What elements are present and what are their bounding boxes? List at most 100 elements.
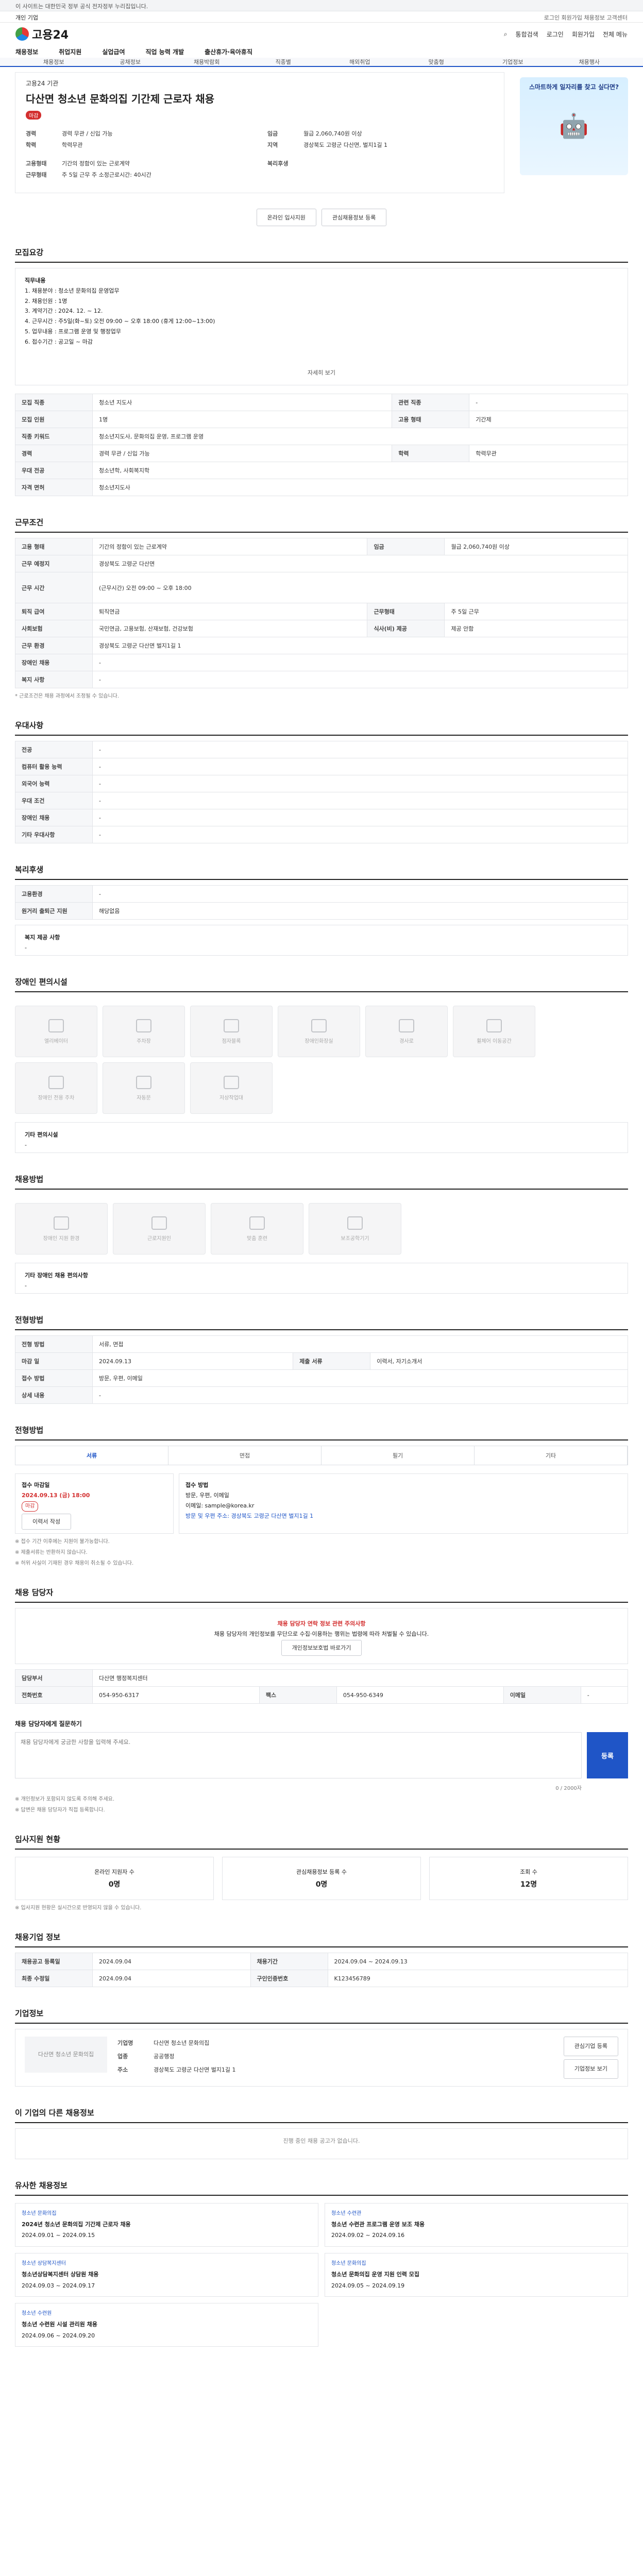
qual-label: 기타 우대사항 — [15, 826, 93, 844]
facility-etc-value: - — [25, 1142, 27, 1149]
similar-tag: 청소년 문화의집 — [331, 2260, 366, 2266]
site-logo[interactable]: 고용24 — [15, 26, 69, 42]
gnb-item-leave[interactable]: 출산휴가·육아휴직 — [205, 47, 252, 56]
subnav-item[interactable]: 직종별 — [245, 58, 322, 66]
apply-button[interactable]: 온라인 입사지원 — [256, 209, 316, 226]
logo-text: 고용24 — [32, 29, 69, 42]
qual-label: 컴퓨터 활용 능력 — [15, 758, 93, 776]
ramp-icon — [399, 1019, 414, 1032]
subnav-item[interactable]: 맞춤형 — [398, 58, 475, 66]
gnb-item-training[interactable]: 직업 능력 개발 — [146, 47, 184, 56]
subnav-item[interactable]: 채용정보 — [15, 58, 92, 66]
header-actions: ⌕ 통합검색 로그인 회원가입 전체 메뉴 — [504, 30, 628, 39]
info-value: 청소년지도사 — [92, 479, 628, 497]
elevator-icon — [48, 1019, 64, 1032]
contact-label: 담당부서 — [15, 1669, 93, 1687]
inquiry-submit-button[interactable]: 등록 — [587, 1732, 628, 1779]
similar-item[interactable]: 청소년 수련관 청소년 수련관 프로그램 운영 보조 채용 2024.09.02 ~… — [325, 2202, 628, 2247]
subnav-item[interactable]: 채용행사 — [551, 58, 628, 66]
summary-label: 학력 — [26, 142, 37, 148]
method-tile: 근로지원인 — [113, 1203, 206, 1255]
more-button[interactable]: 자세히 보기 — [25, 368, 618, 378]
qual-label: 우대 조건 — [15, 792, 93, 810]
auto-door-icon — [136, 1075, 151, 1089]
contact-table: 담당부서 다산면 행정복지센터 전화번호 054-950-6317 팩스 054-95… — [15, 1669, 629, 1704]
cond-label: 임금 — [367, 538, 445, 556]
signup-link[interactable]: 회원가입 — [572, 30, 595, 39]
cond-value: 주 5일 근무 — [444, 603, 628, 621]
inquiry-textarea[interactable] — [15, 1732, 582, 1779]
section-title-related: 이 기업의 다른 채용정보 — [15, 2107, 628, 2123]
gnb-item-benefits[interactable]: 실업급여 — [102, 47, 125, 56]
similar-title: 청소년상담복지센터 상담원 채용 — [22, 2270, 99, 2278]
manage-label: 구인인증번호 — [250, 1970, 328, 1988]
search-icon[interactable]: ⌕ — [504, 30, 507, 38]
qual-value: - — [92, 775, 628, 793]
search-label[interactable]: 통합검색 — [516, 30, 538, 39]
inquiry-label: 채용 담당자에게 질문하기 — [15, 1720, 82, 1728]
facility-label: 장애인화장실 — [304, 1038, 333, 1044]
info-value: 청소년 지도사 — [92, 394, 393, 412]
status-badge: 마감 — [26, 111, 42, 120]
company-value: 공공행정 — [154, 2053, 175, 2060]
summary-value: 주 5일 근무 주 소정근로시간: 40시간 — [62, 172, 151, 178]
manage-value: 2024.09.04 — [92, 1953, 251, 1971]
utility-links[interactable]: 로그인 회원가입 채용정보 고객센터 — [544, 13, 628, 22]
facility-label: 휠체어 이동공간 — [477, 1038, 512, 1044]
tab-interview[interactable]: 면접 — [168, 1446, 321, 1465]
tab-document[interactable]: 서류 — [15, 1446, 168, 1465]
info-value: 학력무관 — [469, 445, 628, 463]
cond-value: 기간의 정함이 있는 근로계약 — [92, 538, 368, 556]
similar-item[interactable]: 청소년 상담복지센터 청소년상담복지센터 상담원 채용 2024.09.03 ~ 2… — [15, 2252, 318, 2297]
process-note: ※ 접수 기간 이후에는 지원이 불가능합니다. — [15, 1538, 110, 1545]
gnb-item-support[interactable]: 취업지원 — [59, 47, 81, 56]
follow-company-button[interactable]: 관심기업 등록 — [563, 2037, 618, 2056]
summary-label: 근무형태 — [26, 172, 47, 178]
inquiry-note: ※ 개인정보가 포함되지 않도록 주의해 주세요. — [15, 1797, 115, 1803]
manage-label: 채용기간 — [250, 1953, 328, 1971]
member-type-toggle[interactable]: 개인 기업 — [15, 14, 38, 21]
subnav-item[interactable]: 해외취업 — [321, 58, 398, 66]
all-menu-button[interactable]: 전체 메뉴 — [603, 30, 628, 39]
resume-button[interactable]: 이력서 작성 — [22, 1513, 72, 1530]
tab-other[interactable]: 기타 — [475, 1446, 628, 1465]
duty-line: 1. 채용분야 : 청소년 문화의집 운영업무 — [25, 287, 120, 294]
site-header: 고용24 ⌕ 통합검색 로그인 회원가입 전체 메뉴 — [0, 23, 643, 45]
stat-value: 0명 — [315, 1880, 328, 1889]
similar-date: 2024.09.02 ~ 2024.09.16 — [331, 2232, 405, 2239]
contact-value: 다산면 행정복지센터 — [92, 1669, 628, 1687]
company-value: 다산면 청소년 문화의집 — [154, 2040, 210, 2047]
stat-value: 12명 — [520, 1880, 537, 1889]
section-title-facilities: 장애인 편의시설 — [15, 976, 628, 993]
contact-label: 전화번호 — [15, 1686, 93, 1704]
contact-warning-box: 채용 담당자 연락 정보 관련 주의사항 채용 담당자의 개인정보를 무단으로 … — [15, 1607, 628, 1665]
method-row-value: 방문, 우편, 이메일 — [92, 1369, 628, 1387]
robot-icon: 🤖 — [559, 112, 589, 140]
company-info-button[interactable]: 기업정보 보기 — [563, 2059, 618, 2079]
similar-item[interactable]: 청소년 문화의집 2024년 청소년 문화의집 기간제 근로자 채용 2024.09… — [15, 2202, 318, 2247]
tab-written[interactable]: 필기 — [321, 1446, 475, 1465]
method-row-label: 상세 내용 — [15, 1386, 93, 1404]
similar-date: 2024.09.05 ~ 2024.09.19 — [331, 2282, 405, 2289]
manage-label: 최종 수정일 — [15, 1970, 93, 1988]
login-link[interactable]: 로그인 — [547, 30, 564, 39]
subnav-item[interactable]: 채용박람회 — [168, 58, 245, 66]
welfare-label: 고용환경 — [15, 885, 93, 903]
facility-tile: 휠체어 이동공간 — [453, 1006, 535, 1058]
subnav-item[interactable]: 기업정보 — [475, 58, 551, 66]
inquiry-count: 0 / 2000자 — [555, 1786, 582, 1792]
subnav-item[interactable]: 공채정보 — [92, 58, 169, 66]
similar-item[interactable]: 청소년 문화의집 청소년 문화의집 운영 지원 인력 모집 2024.09.05 ~… — [325, 2252, 628, 2297]
info-label: 자격 면허 — [15, 479, 93, 497]
job-summary-card: 고용24 기관 다산면 청소년 문화의집 기간제 근로자 채용 마감 경력 경력 … — [15, 72, 504, 193]
summary-label: 경력 — [26, 130, 37, 137]
privacy-link[interactable]: 개인정보보호법 바로가기 — [281, 1640, 362, 1656]
process-tabs: 서류 면접 필기 기타 — [15, 1446, 628, 1466]
gnb-item-jobs[interactable]: 채용정보 — [15, 47, 38, 56]
manage-label: 채용공고 등록일 — [15, 1953, 93, 1971]
side-banner[interactable]: 스마트하게 일자리를 찾고 싶다면? 🤖 — [520, 77, 628, 175]
summary-value — [303, 159, 494, 167]
similar-item[interactable]: 청소년 수련원 청소년 수련원 시설 관리원 채용 2024.09.06 ~ 202… — [15, 2303, 318, 2347]
company-label: 주소 — [117, 2066, 128, 2073]
scrap-button[interactable]: 관심채용정보 등록 — [321, 209, 387, 226]
